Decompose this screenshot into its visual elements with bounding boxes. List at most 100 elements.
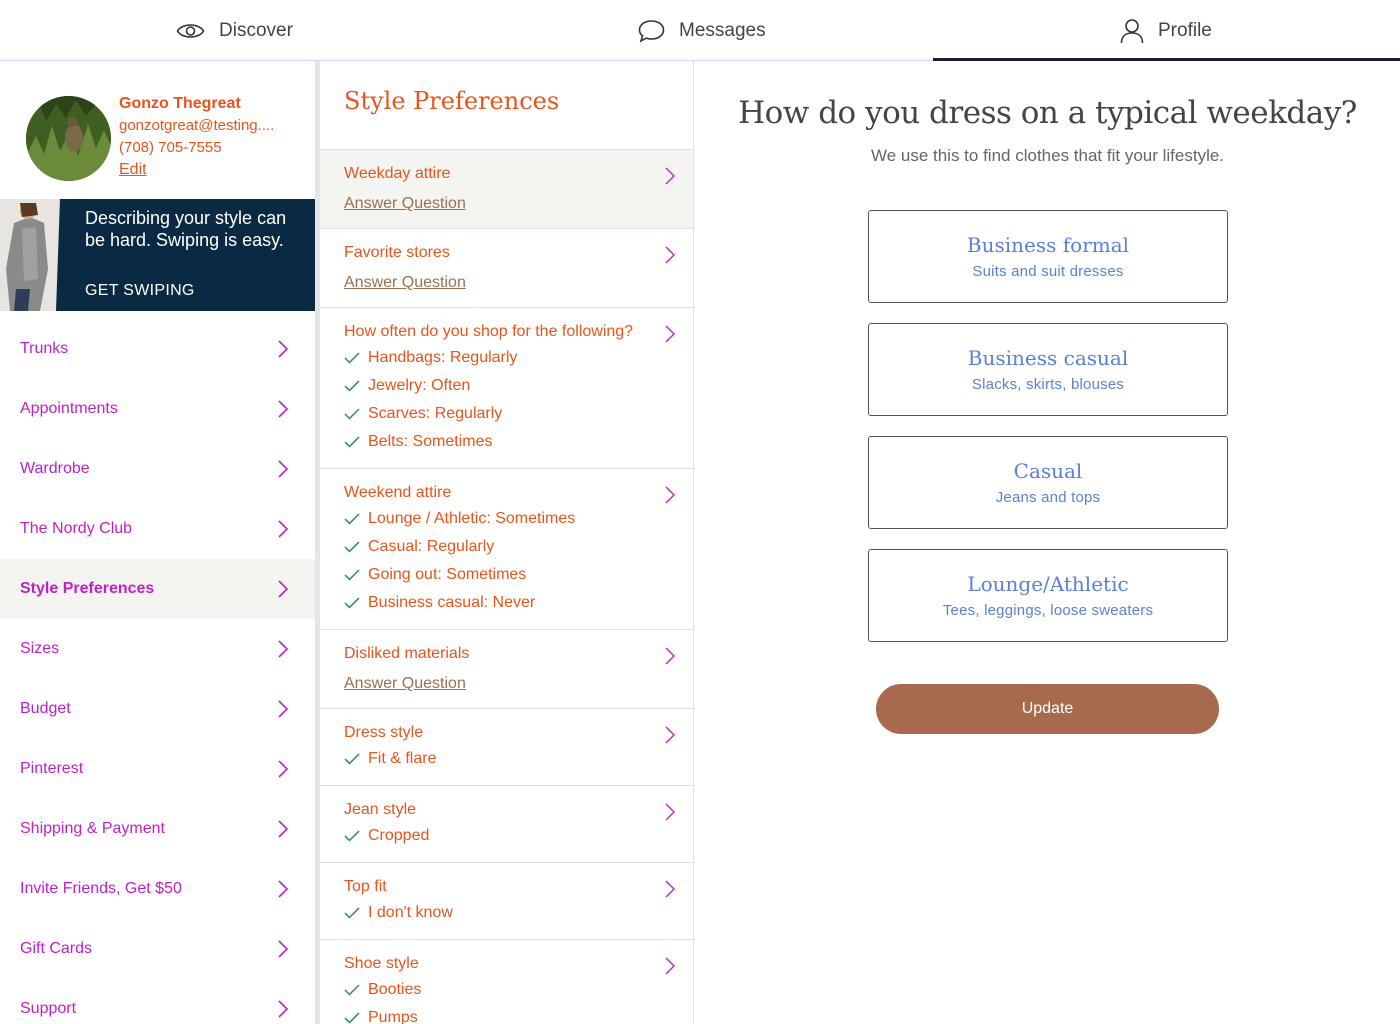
sidebar-item-label: The Nordy Club: [20, 520, 133, 537]
answer-question-link[interactable]: Answer Question: [344, 273, 670, 293]
question-detail-pane: How do you dress on a typical weekday? W…: [695, 61, 1400, 1024]
get-swiping-button[interactable]: GET SWIPING: [85, 282, 195, 300]
option-lounge-athletic[interactable]: Lounge/Athletic Tees, leggings, loose sw…: [868, 549, 1228, 642]
question-title: How often do you shop for the following?: [344, 323, 634, 340]
chevron-right-icon: [665, 167, 675, 185]
option-description: Jeans and tops: [995, 489, 1101, 506]
answer-text: Scarves: Regularly: [368, 405, 503, 422]
question-title: Shoe style: [344, 955, 419, 972]
profile-phone: (708) 705-7555: [119, 139, 222, 156]
question-title: Favorite stores: [344, 244, 450, 261]
option-title: Business formal: [966, 233, 1130, 257]
question-shopping-frequency[interactable]: How often do you shop for the following?…: [320, 307, 693, 468]
question-weekday-attire[interactable]: Weekday attire Answer Question: [320, 149, 693, 228]
sidebar-item-label: Budget: [20, 700, 71, 717]
question-title: Weekday attire: [344, 165, 451, 182]
chevron-right-icon: [278, 880, 289, 898]
check-icon: [344, 1012, 360, 1024]
option-description: Tees, leggings, loose sweaters: [942, 602, 1154, 619]
edit-profile-link[interactable]: Edit: [119, 161, 147, 179]
swipe-promo-banner[interactable]: Describing your style can be hard. Swipi…: [0, 199, 315, 311]
sidebar-item-style-preferences[interactable]: Style Preferences: [0, 559, 315, 619]
chevron-right-icon: [278, 1000, 289, 1018]
check-icon: [344, 380, 360, 392]
profile-email: gonzotgreat@testing....: [119, 117, 275, 134]
check-icon: [344, 753, 360, 765]
answer-item: Booties: [344, 978, 670, 1002]
option-title: Casual: [1013, 459, 1083, 483]
answer-item: I don't know: [344, 901, 670, 925]
answer-text: Fit & flare: [368, 750, 437, 767]
answer-item: Fit & flare: [344, 747, 670, 771]
answer-item: Jewelry: Often: [344, 374, 670, 398]
avatar: [26, 96, 111, 181]
sidebar-item-support[interactable]: Support: [0, 979, 315, 1024]
check-icon: [344, 984, 360, 996]
style-preferences-panel: Style Preferences Weekday attire Answer …: [320, 61, 694, 1024]
check-icon: [344, 569, 360, 581]
chevron-right-icon: [665, 246, 675, 264]
answer-text: Business casual: Never: [368, 594, 536, 611]
check-icon: [344, 830, 360, 842]
answer-item: Lounge / Athletic: Sometimes: [344, 507, 670, 531]
profile-name: Gonzo Thegreat: [119, 95, 241, 112]
option-business-formal[interactable]: Business formal Suits and suit dresses: [868, 210, 1228, 303]
sidebar-item-label: Appointments: [20, 400, 118, 417]
answer-text: Handbags: Regularly: [368, 349, 518, 366]
answer-item: Pumps: [344, 1006, 670, 1024]
question-title: Disliked materials: [344, 645, 470, 662]
profile-card: Gonzo Thegreat gonzotgreat@testing.... (…: [0, 61, 315, 199]
answer-text: Pumps: [368, 1009, 418, 1024]
sidebar-item-shipping-payment[interactable]: Shipping & Payment: [0, 799, 315, 859]
sidebar-item-wardrobe[interactable]: Wardrobe: [0, 439, 315, 499]
answer-text: Booties: [368, 981, 422, 998]
answer-item: Handbags: Regularly: [344, 346, 670, 370]
question-shoe-style[interactable]: Shoe style Booties Pumps: [320, 939, 693, 1024]
chevron-right-icon: [665, 726, 675, 744]
tab-messages[interactable]: Messages: [638, 0, 766, 61]
question-title: Weekend attire: [344, 484, 452, 501]
tab-profile[interactable]: Profile: [1120, 0, 1212, 61]
update-button[interactable]: Update: [876, 684, 1219, 734]
sidebar-item-sizes[interactable]: Sizes: [0, 619, 315, 679]
answer-question-link[interactable]: Answer Question: [344, 194, 670, 214]
sidebar-item-pinterest[interactable]: Pinterest: [0, 739, 315, 799]
promo-model-image: [0, 199, 68, 311]
chevron-right-icon: [278, 340, 289, 358]
sidebar-item-trunks[interactable]: Trunks: [0, 319, 315, 379]
option-title: Business casual: [967, 346, 1129, 370]
question-weekend-attire[interactable]: Weekend attire Lounge / Athletic: Someti…: [320, 468, 693, 629]
question-subtitle: We use this to find clothes that fit you…: [870, 146, 1225, 165]
question-disliked-materials[interactable]: Disliked materials Answer Question: [320, 629, 693, 708]
question-heading: How do you dress on a typical weekday?: [738, 95, 1357, 131]
sidebar-item-label: Shipping & Payment: [20, 820, 165, 837]
option-business-casual[interactable]: Business casual Slacks, skirts, blouses: [868, 323, 1228, 416]
sidebar-menu: Trunks Appointments Wardrobe The Nordy C…: [0, 319, 315, 1024]
chevron-right-icon: [278, 520, 289, 538]
check-icon: [344, 436, 360, 448]
answer-question-link[interactable]: Answer Question: [344, 674, 670, 694]
option-title: Lounge/Athletic: [967, 572, 1129, 596]
question-dress-style[interactable]: Dress style Fit & flare: [320, 708, 693, 785]
answer-item: Scarves: Regularly: [344, 402, 670, 426]
question-top-fit[interactable]: Top fit I don't know: [320, 862, 693, 939]
tab-messages-label: Messages: [679, 19, 766, 41]
question-favorite-stores[interactable]: Favorite stores Answer Question: [320, 228, 693, 307]
option-description: Slacks, skirts, blouses: [971, 376, 1125, 393]
sidebar-item-appointments[interactable]: Appointments: [0, 379, 315, 439]
chevron-right-icon: [278, 760, 289, 778]
chevron-right-icon: [278, 640, 289, 658]
check-icon: [344, 408, 360, 420]
question-jean-style[interactable]: Jean style Cropped: [320, 785, 693, 862]
answer-text: Going out: Sometimes: [368, 566, 527, 583]
answer-item: Going out: Sometimes: [344, 563, 670, 587]
sidebar-item-invite-friends[interactable]: Invite Friends, Get $50: [0, 859, 315, 919]
sidebar-item-gift-cards[interactable]: Gift Cards: [0, 919, 315, 979]
sidebar-item-budget[interactable]: Budget: [0, 679, 315, 739]
tab-discover[interactable]: Discover: [176, 0, 293, 61]
option-casual[interactable]: Casual Jeans and tops: [868, 436, 1228, 529]
chevron-right-icon: [278, 460, 289, 478]
sidebar-item-nordy-club[interactable]: The Nordy Club: [0, 499, 315, 559]
check-icon: [344, 513, 360, 525]
chevron-right-icon: [665, 803, 675, 821]
